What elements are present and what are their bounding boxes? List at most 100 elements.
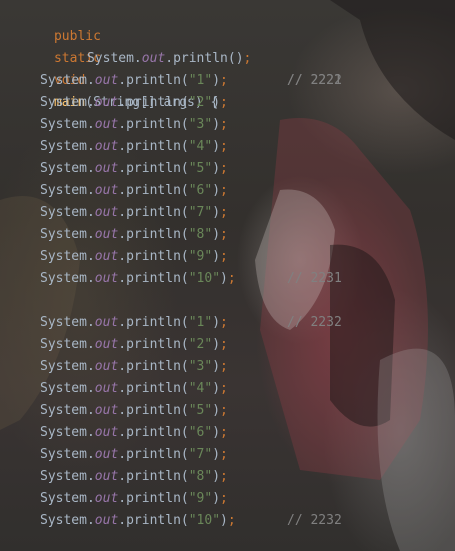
code-line: System.out.println("7");: [7, 444, 455, 466]
call-receiver: System.: [40, 227, 95, 242]
line-comment: // 2232: [287, 315, 342, 330]
call-field: out: [94, 183, 119, 198]
call-semicolon: ;: [220, 381, 228, 396]
string-argument: "6": [188, 425, 213, 440]
call-semicolon: ;: [220, 161, 228, 176]
code-line: System.out.println("8");: [7, 224, 455, 246]
call-semicolon: ;: [220, 315, 228, 330]
code-line: System.out.println("5");: [7, 400, 455, 422]
code-line: System.out.println("6");: [7, 422, 455, 444]
call-close-paren: ): [220, 271, 228, 286]
call-semicolon: ;: [220, 183, 228, 198]
code-line: System.out.println("3");: [7, 356, 455, 378]
call-semicolon: ;: [220, 227, 228, 242]
call-field: out: [94, 315, 119, 330]
call-close-paren: ): [212, 227, 221, 242]
call-receiver: System.: [40, 447, 95, 462]
call-method: .println(: [118, 183, 189, 198]
call-field: out: [94, 249, 119, 264]
call-method: .println(: [118, 161, 189, 176]
call-semicolon: ;: [220, 249, 228, 264]
string-argument: "2": [188, 337, 213, 352]
call-field: out: [94, 117, 119, 132]
call-receiver: System.: [40, 249, 95, 264]
call-semicolon: ;: [220, 117, 228, 132]
call-semicolon: ;: [220, 95, 228, 110]
code-line: System.out.println("8");: [7, 466, 455, 488]
call-method: .println(: [118, 249, 189, 264]
call-method: .println(: [118, 117, 189, 132]
call-field: out: [94, 359, 119, 374]
code-area[interactable]: public static void main(String[] args) {…: [7, 4, 455, 551]
call-receiver: System.: [40, 139, 95, 154]
call-semicolon: ;: [243, 51, 252, 66]
call-close-paren: ): [212, 403, 221, 418]
call-semicolon: ;: [220, 447, 228, 462]
call-close-paren: ): [220, 513, 228, 528]
call-close-paren: ): [212, 139, 221, 154]
code-line: System.out.println("9");: [7, 246, 455, 268]
line-comment: // 2231: [287, 271, 342, 286]
code-editor[interactable]: public static void main(String[] args) {…: [0, 0, 455, 551]
call-close-paren: ): [212, 95, 221, 110]
string-argument: "9": [188, 249, 213, 264]
call-field: out: [94, 161, 119, 176]
call-semicolon: ;: [220, 337, 228, 352]
call-semicolon: ;: [227, 513, 236, 528]
string-argument: "8": [188, 469, 213, 484]
call-receiver: System.: [40, 425, 95, 440]
call-field: out: [94, 271, 119, 286]
code-line-signature: public static void main(String[] args) {: [7, 4, 455, 110]
call-method: .println(: [118, 469, 189, 484]
call-field: out: [94, 447, 119, 462]
call-close-paren: ): [212, 183, 221, 198]
call-method: .println(: [118, 73, 189, 88]
string-argument: "2": [188, 95, 213, 110]
call-receiver: System.: [40, 337, 95, 352]
code-line: System.out.println("6");: [7, 180, 455, 202]
string-argument: "1": [188, 315, 213, 330]
string-argument: "10": [188, 513, 221, 528]
call-receiver: System.: [40, 469, 95, 484]
string-argument: "5": [188, 403, 213, 418]
call-receiver: System.: [40, 117, 95, 132]
call-close-paren: ): [212, 359, 221, 374]
call-close-paren: ): [212, 447, 221, 462]
string-argument: "3": [188, 359, 213, 374]
call-field: out: [94, 381, 119, 396]
call-close-paren: ): [212, 469, 221, 484]
call-close-paren: ): [212, 249, 221, 264]
call-method: .println(: [118, 205, 189, 220]
call-field: out: [94, 403, 119, 418]
string-argument: "8": [188, 227, 213, 242]
code-line: System.out.println("1"); // 2222: [7, 70, 455, 92]
call-close-paren: ): [212, 117, 221, 132]
call-field: out: [94, 425, 119, 440]
string-argument: "4": [188, 139, 213, 154]
string-argument: "9": [188, 491, 213, 506]
string-argument: "5": [188, 161, 213, 176]
println-block-2: System.out.println("1");// 2232 System.ou…: [7, 312, 455, 532]
call-field: out: [94, 139, 119, 154]
call-receiver: System.: [40, 205, 95, 220]
string-argument: "6": [188, 183, 213, 198]
call-field: out: [94, 73, 119, 88]
call-method: .println(: [118, 447, 189, 462]
call-field: out: [94, 205, 119, 220]
call-method: .println(: [118, 315, 189, 330]
call-semicolon: ;: [220, 491, 228, 506]
call-field: out: [94, 95, 119, 110]
call-method: .println(: [118, 359, 189, 374]
call-field: out: [94, 491, 119, 506]
code-line-closing: }: [7, 532, 455, 551]
call-method: .println(: [118, 227, 189, 242]
call-field: out: [94, 513, 119, 528]
call-close-paren: ): [212, 73, 221, 88]
call-close-paren: ): [212, 381, 221, 396]
call-receiver: System.: [40, 183, 95, 198]
call-method: .println(: [118, 337, 189, 352]
code-line: System.out.println("9");: [7, 488, 455, 510]
call-method: .println: [165, 51, 228, 66]
code-line: System.out.println("10"); // 2231: [7, 268, 455, 290]
